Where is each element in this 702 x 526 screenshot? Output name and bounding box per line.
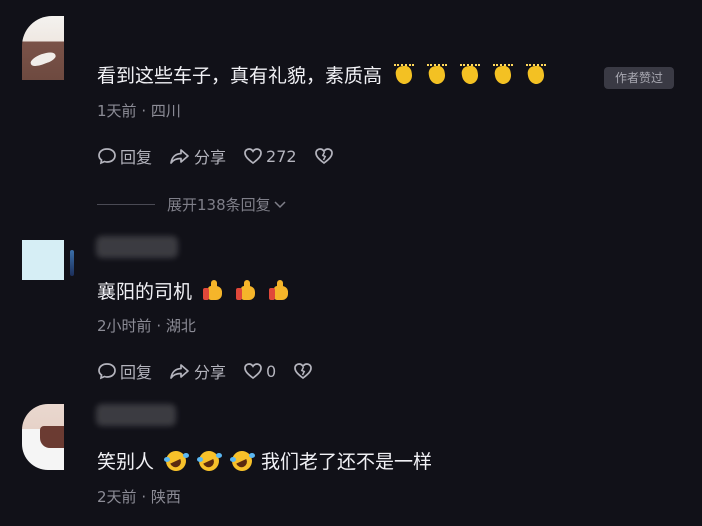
reply-button[interactable]: 回复 [97, 144, 152, 168]
comment-body: 襄阳的司机 [97, 281, 193, 303]
laughing-tears-emoji [230, 450, 256, 472]
share-button[interactable]: 分享 [169, 359, 226, 383]
comment-text: 襄阳的司机 [97, 280, 291, 304]
author-liked-badge: 作者赞过 [604, 67, 674, 89]
clap-emoji [393, 64, 415, 86]
comment-time: 2天前 [97, 488, 137, 506]
reply-bubble-icon [98, 363, 116, 380]
broken-heart-icon [314, 148, 333, 165]
comment-location: 四川 [150, 102, 181, 120]
avatar-decoration [70, 250, 74, 276]
meta-separator: · [141, 488, 147, 506]
thumbs-up-emoji [203, 280, 225, 302]
share-arrow-icon [170, 149, 189, 164]
expand-replies-button[interactable]: 展开138条回复 [97, 194, 287, 214]
comment-text: 看到这些车子，真有礼貌，素质高 [97, 64, 547, 88]
comment-location: 湖北 [165, 317, 196, 335]
heart-icon [244, 363, 262, 380]
laughing-tears-emoji [164, 450, 190, 472]
clap-emoji [426, 64, 448, 86]
avatar-image [40, 426, 64, 448]
clap-emoji [459, 64, 481, 86]
dislike-button[interactable] [293, 361, 316, 381]
meta-separator: · [141, 102, 147, 120]
share-arrow-icon [170, 364, 189, 379]
share-label: 分享 [194, 148, 227, 167]
avatar[interactable] [22, 404, 64, 470]
clap-emoji [525, 64, 547, 86]
like-button[interactable]: 0 [243, 361, 276, 381]
reply-label: 回复 [120, 148, 153, 167]
laughing-tears-emoji [197, 450, 223, 472]
comment-body-end: 我们老了还不是一样 [261, 451, 433, 473]
comment-time: 1天前 [97, 102, 137, 120]
chevron-down-icon [274, 201, 286, 209]
username-blurred[interactable] [96, 236, 178, 258]
dislike-button[interactable] [314, 146, 337, 166]
share-button[interactable]: 分享 [169, 144, 226, 168]
expand-replies-label: 展开138条回复 [167, 195, 271, 214]
comment-time: 2小时前 [97, 317, 152, 335]
avatar[interactable] [22, 240, 64, 280]
comment-text: 笑别人 我们老了还不是一样 [97, 450, 432, 474]
comment-body-start: 笑别人 [97, 451, 155, 473]
comment-location: 陕西 [150, 488, 181, 506]
avatar[interactable] [22, 16, 64, 80]
comment-meta: 1天前 · 四川 [97, 100, 181, 121]
comment-body: 看到这些车子，真有礼貌，素质高 [97, 65, 383, 87]
reply-button[interactable]: 回复 [97, 359, 152, 383]
comment-actions: 回复 分享 0 [97, 359, 333, 383]
comment-meta: 2小时前 · 湖北 [97, 315, 196, 336]
like-count: 272 [266, 146, 297, 166]
comment-list: 看到这些车子，真有礼貌，素质高 作者赞过 1天前 · 四川 回复 分享 272 … [0, 0, 702, 526]
like-button[interactable]: 272 [243, 146, 297, 166]
expand-divider [97, 203, 155, 205]
avatar-image [29, 49, 57, 69]
thumbs-up-emoji [236, 280, 258, 302]
share-label: 分享 [194, 363, 227, 382]
reply-bubble-icon [98, 148, 116, 165]
thumbs-up-emoji [269, 280, 291, 302]
clap-emoji [492, 64, 514, 86]
heart-icon [244, 148, 262, 165]
username-blurred[interactable] [96, 404, 176, 426]
broken-heart-icon [294, 363, 313, 380]
comment-meta: 2天前 · 陕西 [97, 486, 181, 507]
meta-separator: · [156, 317, 162, 335]
like-count: 0 [266, 361, 277, 381]
comment-actions: 回复 分享 272 [97, 144, 354, 168]
reply-label: 回复 [120, 363, 153, 382]
